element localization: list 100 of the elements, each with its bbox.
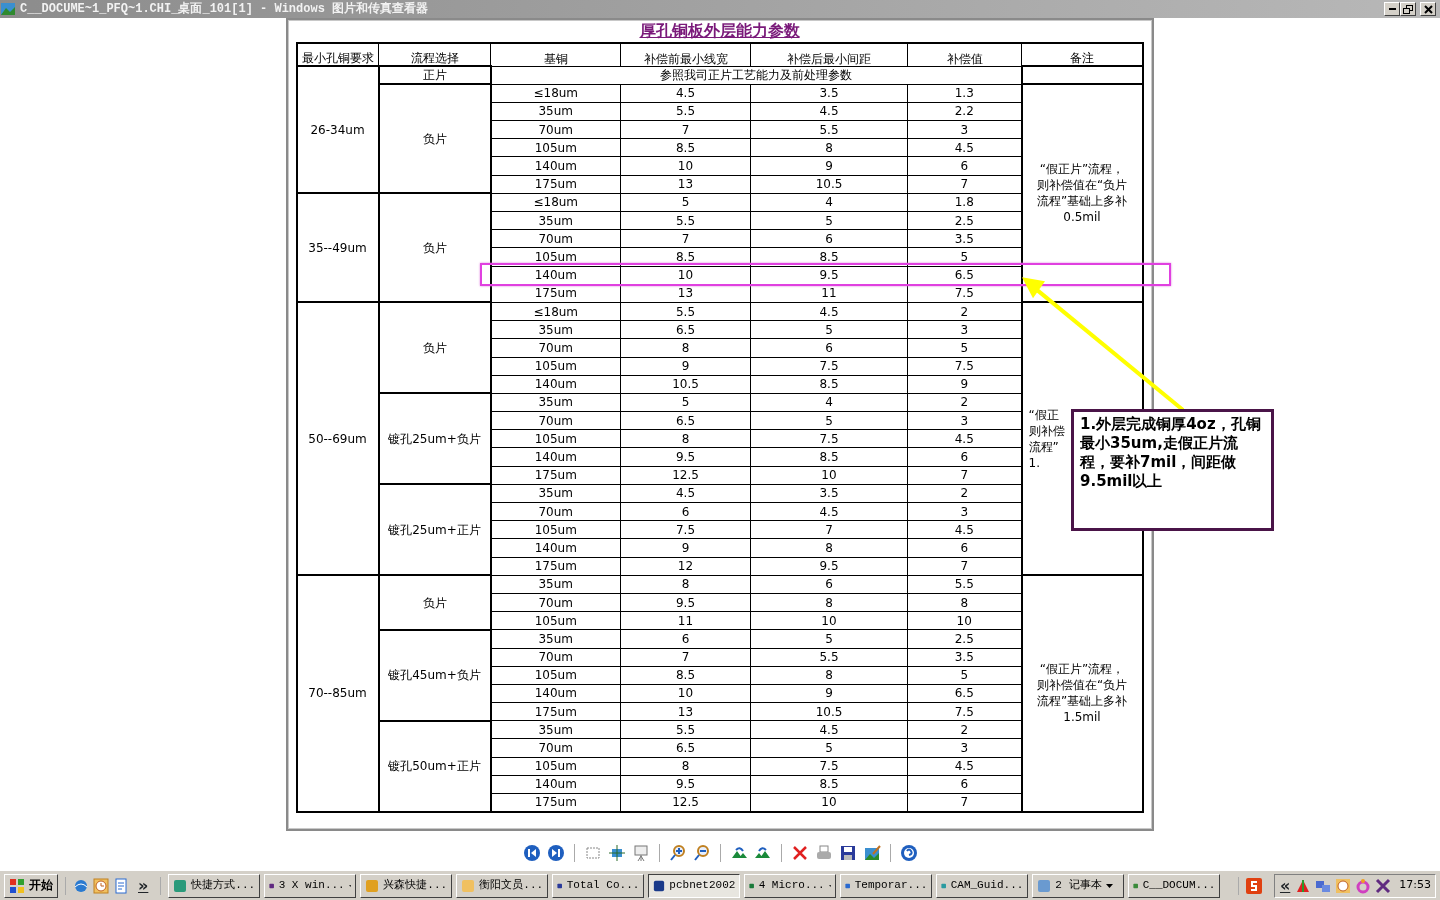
taskbar-button[interactable]: 2 记事本 [1032, 873, 1125, 898]
x-icon[interactable] [1375, 877, 1392, 894]
table-cell: 5.5 [620, 211, 751, 230]
table-cell: 35um [490, 484, 621, 503]
callout-text: 1.外层完成铜厚4oz，孔铜最小35um,走假正片流程，要补7mil，间距做9.5mil以上 [1071, 409, 1274, 531]
browser-icon[interactable] [73, 877, 89, 894]
table-cell: 镀孔25um+正片 [378, 484, 491, 576]
table-cell: 9 [750, 684, 908, 703]
edit-image-icon[interactable] [862, 844, 881, 862]
table-cell: 9 [750, 156, 908, 176]
table-cell: ≤18um [490, 193, 621, 212]
next-icon[interactable] [546, 844, 565, 862]
taskbar-button[interactable]: Total Co... [552, 873, 645, 898]
taskbar-button[interactable]: 快捷方式... [168, 873, 261, 898]
table-cell: 6 [620, 629, 751, 648]
table-cell: 70um [490, 738, 621, 758]
restore-button[interactable] [1400, 2, 1416, 16]
taskbar-button[interactable]: CAM_Guid... [936, 873, 1029, 898]
input-method-icon[interactable] [1245, 877, 1262, 894]
table-cell: 70um [490, 229, 621, 248]
table-cell: 50--69um [296, 302, 379, 576]
slideshow-icon[interactable] [631, 844, 650, 862]
table-cell: 35um [490, 575, 621, 594]
table-cell: 6 [750, 229, 908, 248]
table-cell: 镀孔50um+正片 [378, 720, 491, 812]
column-header: 基铜 [490, 43, 621, 66]
zoom-in-icon[interactable] [668, 844, 687, 862]
actual-size-icon[interactable] [607, 844, 626, 862]
table-cell: ≤18um [490, 302, 621, 321]
dropdown-caret-icon [1105, 883, 1113, 888]
table-cell: 105um [490, 666, 621, 685]
table-cell: 6 [750, 575, 908, 594]
remark-text: “假正片”流程， 则补偿值在“负片 流程”基础上多补 0.5mil [1035, 161, 1129, 226]
table-cell: 8.5 [620, 666, 751, 685]
column-header: 补偿值 [907, 43, 1022, 66]
table-cell: 7 [620, 229, 751, 248]
triangle-icon[interactable] [1295, 877, 1312, 894]
help-icon[interactable] [899, 844, 918, 862]
taskbar-button[interactable]: 4 Micro... [744, 873, 837, 898]
table-cell: 8.5 [620, 247, 751, 267]
table-cell: 4.5 [750, 102, 908, 121]
table-cell: 负片 [378, 575, 491, 630]
table-cell: 8.5 [750, 247, 908, 267]
start-button[interactable]: 开始 [4, 873, 58, 898]
table-cell: 35um [490, 629, 621, 648]
table-cell: 140um [490, 447, 621, 467]
window-title: C__DOCUME~1_PFQ~1.CHI_桌面_101[1] - Windows 图片和传真查看器 [20, 0, 430, 18]
table-cell: 35um [490, 320, 621, 339]
table-cell: ≤18um [490, 84, 621, 103]
document-icon[interactable] [113, 877, 129, 894]
table-cell: 70--85um [296, 575, 379, 812]
ring-icon[interactable] [1355, 877, 1372, 894]
app-icon [365, 878, 380, 893]
table-cell: 8.5 [620, 138, 751, 157]
clock-icon[interactable] [1335, 877, 1352, 894]
previous-icon[interactable] [522, 844, 541, 862]
taskbar-button[interactable]: Temporar... [840, 873, 933, 898]
zoom-out-icon[interactable] [692, 844, 711, 862]
taskbar-button[interactable]: 衡阳文员... [456, 873, 549, 898]
table-cell: 8 [750, 538, 908, 558]
table-cell: 10 [620, 156, 751, 176]
table-cell: 105um [490, 611, 621, 630]
minimize-button[interactable] [1384, 2, 1400, 16]
taskbar-button[interactable]: C__DOCUM... [1128, 873, 1221, 898]
table-cell: 8.5 [750, 375, 908, 394]
table-cell: 70um [490, 648, 621, 667]
table-cell: 140um [490, 684, 621, 703]
table-cell: 70um [490, 338, 621, 357]
table-cell: 5 [750, 211, 908, 230]
table-cell: 5.5 [620, 302, 751, 321]
taskbar-button[interactable]: 兴森快捷... [360, 873, 453, 898]
document-title: 厚孔铜板外层能力参数 [639, 20, 800, 42]
table-cell: 105um [490, 138, 621, 157]
table-cell: 7.5 [750, 757, 908, 776]
more-button[interactable]: » [133, 872, 154, 899]
table-cell: 70um [490, 120, 621, 139]
table-cell: 7.5 [750, 429, 908, 448]
table-cell: 镀孔25um+负片 [378, 393, 491, 485]
table-cell: 9.5 [620, 447, 751, 467]
close-button[interactable] [1420, 2, 1436, 16]
expand-tray-button[interactable]: « [1278, 872, 1292, 899]
table-cell: 70um [490, 502, 621, 521]
table-cell: 175um [490, 466, 621, 485]
table-cell: 8.5 [750, 447, 908, 467]
table-cell: 140um [490, 375, 621, 394]
delete-icon[interactable] [790, 844, 809, 862]
app-icon [653, 878, 666, 893]
table-cell: 3.5 [750, 484, 908, 503]
taskbar-button[interactable]: 3 X win... [264, 873, 357, 898]
table-cell: 13 [620, 175, 751, 194]
taskbar-button[interactable]: pcbnet2002 [648, 873, 741, 898]
clock-icon[interactable] [93, 877, 109, 894]
table-cell: 35um [490, 102, 621, 121]
save-icon[interactable] [838, 844, 857, 862]
column-header: 补偿前最小线宽 [620, 43, 751, 66]
table-cell: 8 [620, 757, 751, 776]
table-cell: 9 [620, 357, 751, 376]
table-cell: 10.5 [620, 375, 751, 394]
table-cell: 105um [490, 357, 621, 376]
table-cell: 6.5 [620, 320, 751, 339]
